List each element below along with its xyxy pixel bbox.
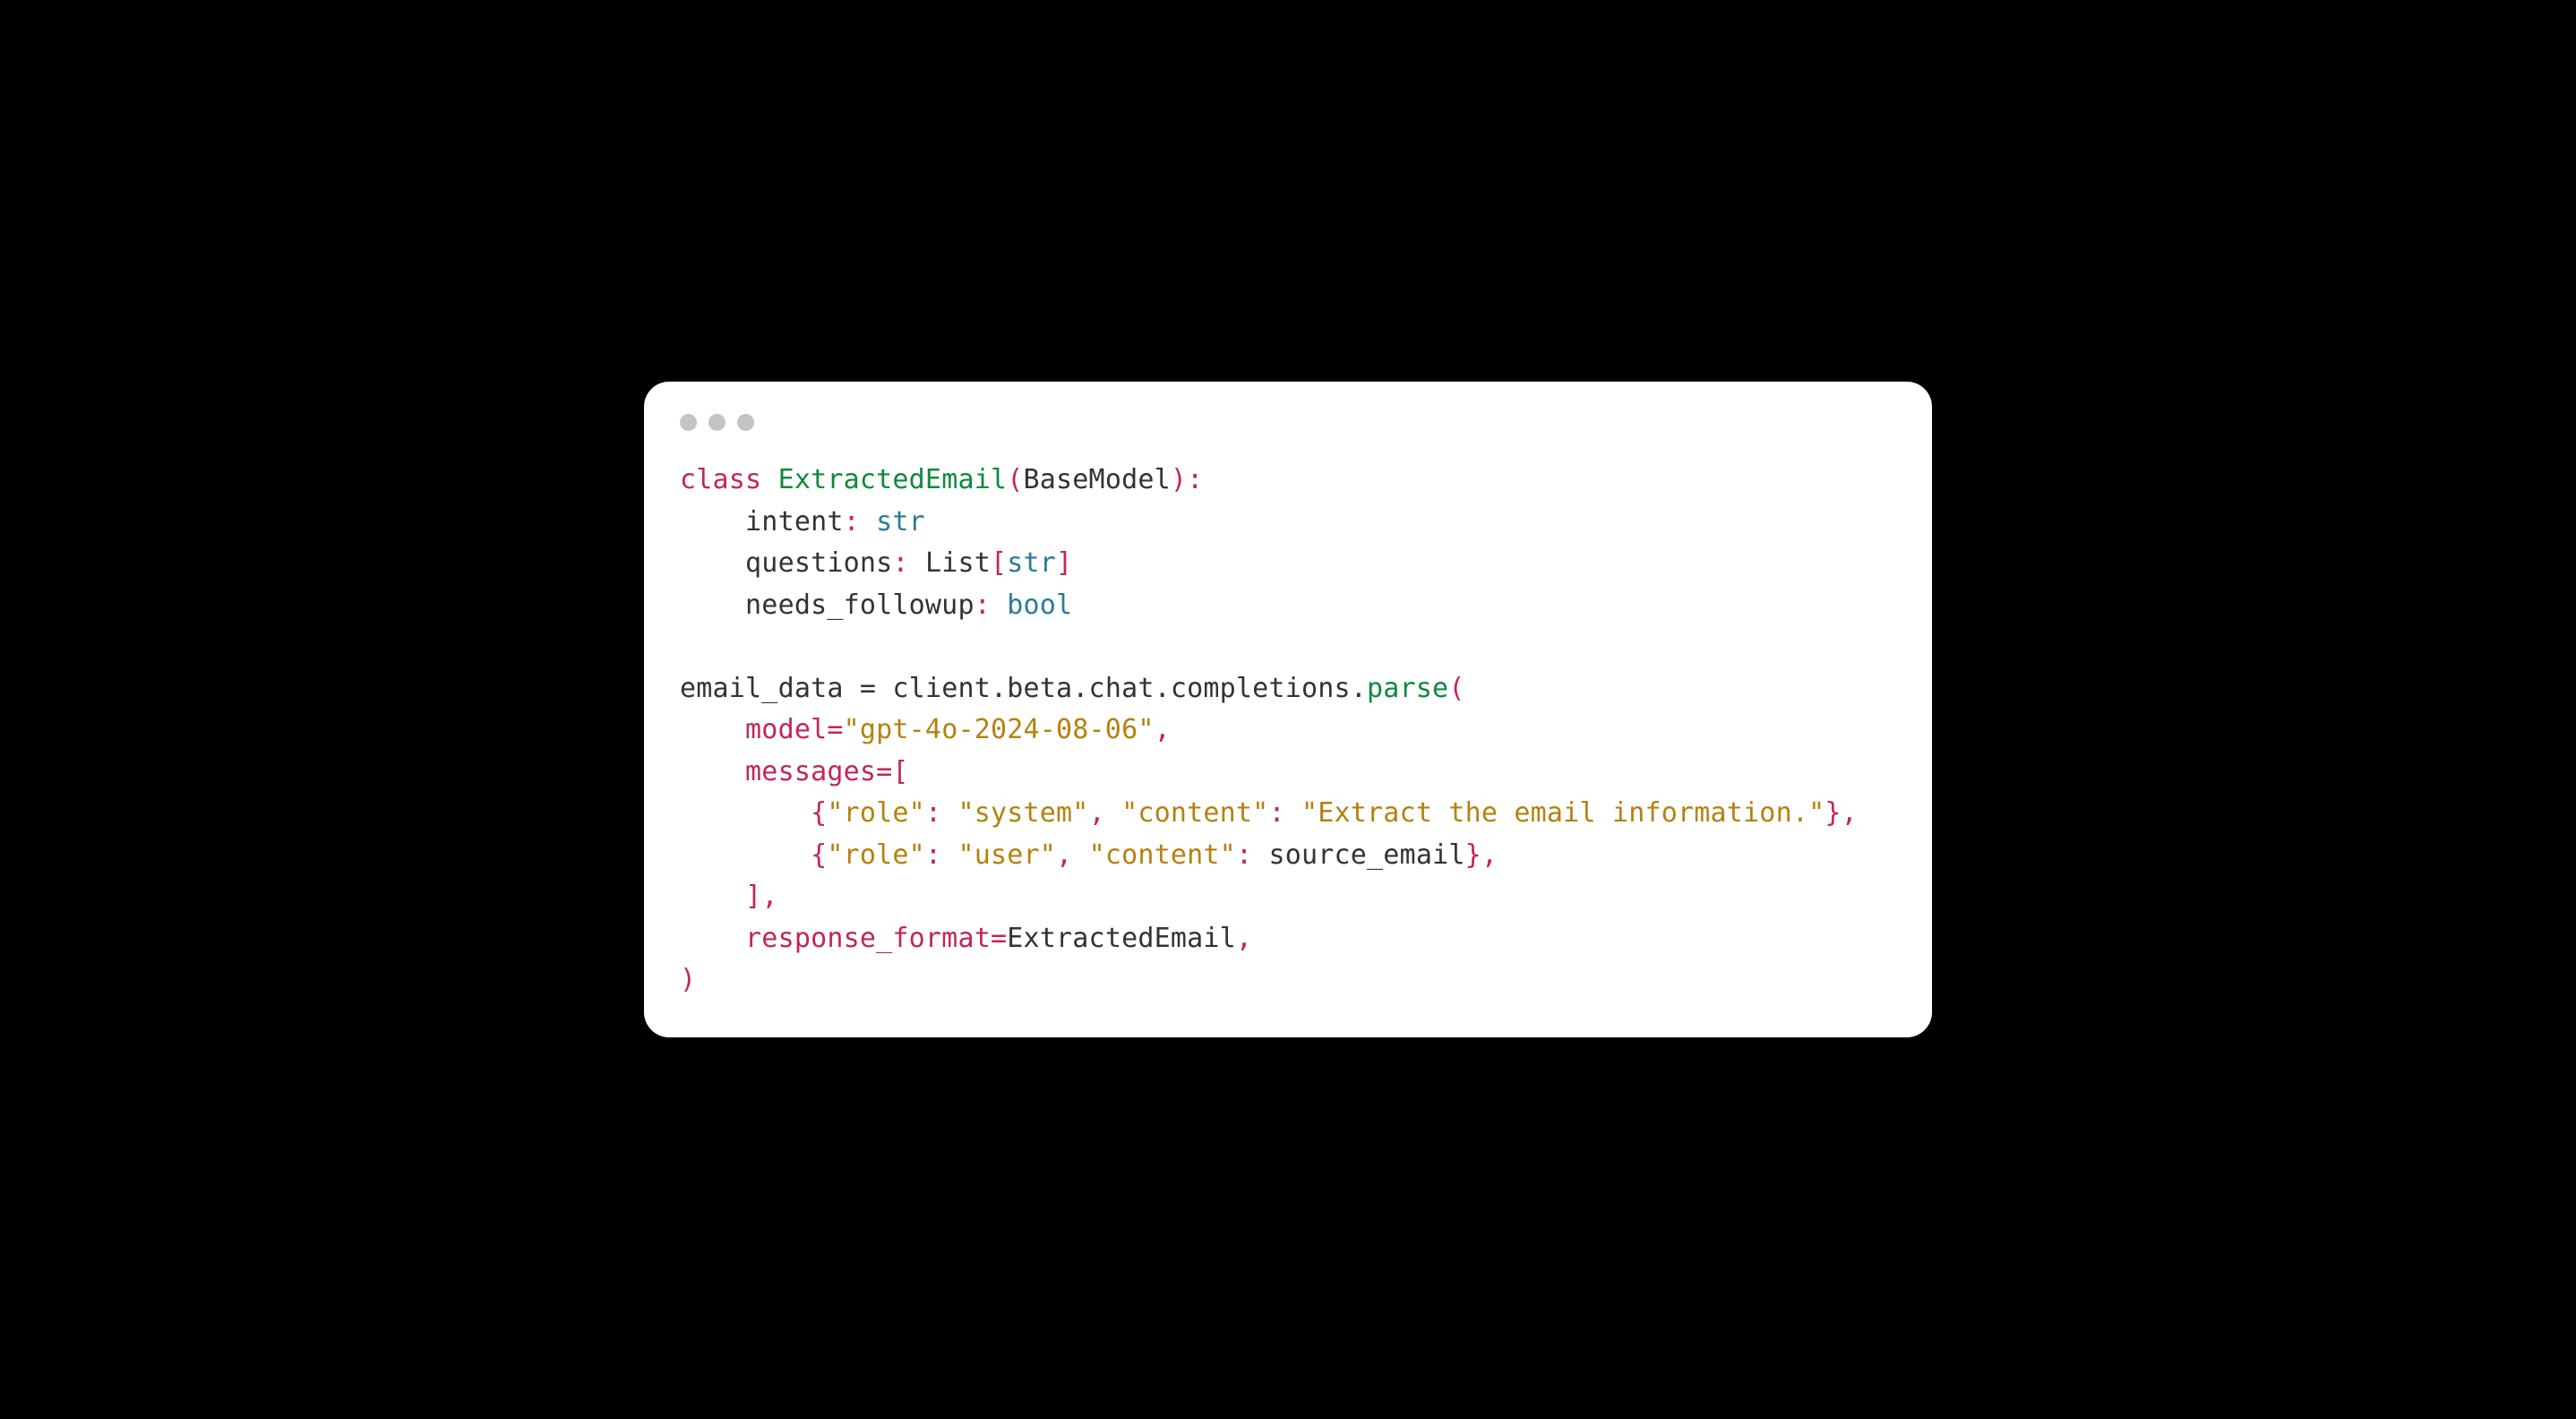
indent <box>680 756 745 787</box>
colon: : <box>1236 839 1252 871</box>
paren-open: ( <box>1007 464 1023 495</box>
comma: , <box>1236 923 1252 954</box>
brace-close: } <box>1825 797 1841 829</box>
comma: , <box>761 881 777 912</box>
traffic-minimize-icon[interactable] <box>708 414 726 431</box>
field-questions: questions <box>680 547 892 579</box>
traffic-close-icon[interactable] <box>680 414 697 431</box>
dict-key-content: "content" <box>1121 797 1268 829</box>
keyword-class: class <box>680 464 761 495</box>
type-bool: bool <box>1007 589 1072 621</box>
paren-open: ( <box>1448 673 1464 704</box>
code-block: class ExtractedEmail(BaseModel): intent:… <box>680 460 1896 1002</box>
brace-open: { <box>811 797 827 829</box>
brace-open: { <box>811 839 827 871</box>
param-model: model <box>745 714 827 745</box>
param-response-format: response_format <box>745 923 991 954</box>
var-source-email: source_email <box>1268 839 1464 871</box>
equals: = <box>827 714 843 745</box>
comma: , <box>1842 797 1858 829</box>
indent <box>680 923 745 954</box>
field-intent: intent <box>680 506 844 538</box>
code-window: class ExtractedEmail(BaseModel): intent:… <box>644 382 1932 1037</box>
dict-val-system: "system" <box>957 797 1088 829</box>
method-parse: parse <box>1367 673 1448 704</box>
type-str: str <box>876 506 925 538</box>
equals: = <box>991 923 1007 954</box>
client-chain: client.beta.chat.completions. <box>892 673 1367 704</box>
indent <box>680 881 745 912</box>
bracket-close: ] <box>745 881 761 912</box>
dict-key-content: "content" <box>1089 839 1236 871</box>
brace-close: } <box>1465 839 1481 871</box>
class-ref: ExtractedEmail <box>1007 923 1236 954</box>
bracket-close: ] <box>1056 547 1072 579</box>
dict-val-system-content: "Extract the email information." <box>1301 797 1825 829</box>
indent <box>680 797 811 829</box>
comma: , <box>1155 714 1171 745</box>
colon: : <box>925 797 941 829</box>
dict-key-role: "role" <box>827 839 925 871</box>
bracket-open: [ <box>991 547 1007 579</box>
colon: : <box>1268 797 1284 829</box>
base-class: BaseModel <box>1024 464 1171 495</box>
paren-close: ) <box>680 964 696 995</box>
traffic-zoom-icon[interactable] <box>737 414 754 431</box>
colon: : <box>892 547 908 579</box>
indent <box>680 839 811 871</box>
var-email-data: email_data <box>680 673 844 704</box>
colon: : <box>844 506 860 538</box>
indent <box>680 714 745 745</box>
paren-close-colon: ): <box>1171 464 1204 495</box>
equals: = <box>844 673 893 704</box>
comma: , <box>1089 797 1105 829</box>
colon: : <box>925 839 941 871</box>
equals: = <box>876 756 892 787</box>
dict-val-user: "user" <box>957 839 1056 871</box>
type-str: str <box>1007 547 1056 579</box>
comma: , <box>1056 839 1072 871</box>
class-name: ExtractedEmail <box>778 464 1008 495</box>
param-messages: messages <box>745 756 876 787</box>
dict-key-role: "role" <box>827 797 925 829</box>
field-followup: needs_followup <box>680 589 975 621</box>
string-model: "gpt-4o-2024-08-06" <box>844 714 1155 745</box>
comma: , <box>1481 839 1498 871</box>
colon: : <box>975 589 991 621</box>
type-list: List <box>925 547 991 579</box>
window-titlebar <box>680 414 1896 431</box>
bracket-open: [ <box>892 756 908 787</box>
